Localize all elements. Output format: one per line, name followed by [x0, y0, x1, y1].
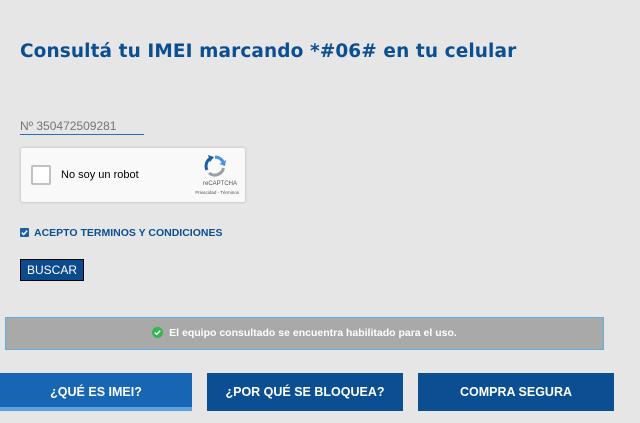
- check-icon: [21, 230, 28, 236]
- imei-input[interactable]: [20, 117, 144, 135]
- recaptcha-label: No soy un robot: [61, 169, 139, 181]
- check-circle-icon: [152, 327, 164, 338]
- recaptcha-links[interactable]: Privacidad - Términos: [161, 190, 239, 195]
- terms-checkbox[interactable]: [20, 228, 29, 237]
- status-banner: El equipo consultado se encuentra habili…: [5, 317, 604, 350]
- recaptcha-checkbox[interactable]: [31, 165, 51, 185]
- recaptcha-widget: No soy un robot reCAPTCHA Privacidad - T…: [20, 147, 246, 203]
- recaptcha-brand: reCAPTCHA: [202, 181, 237, 187]
- nav-por-que-se-bloquea-button[interactable]: ¿POR QUÉ SE BLOQUEA?: [207, 373, 403, 411]
- nav-compra-segura-button[interactable]: COMPRA SEGURA: [418, 373, 614, 411]
- page-title: Consultá tu IMEI marcando *#06# en tu ce…: [20, 41, 517, 62]
- status-message: El equipo consultado se encuentra habili…: [169, 327, 457, 339]
- search-button[interactable]: BUSCAR: [20, 259, 84, 281]
- recaptcha-logo-icon: [204, 155, 226, 177]
- terms-label: ACEPTO TERMINOS Y CONDICIONES: [34, 227, 223, 239]
- nav-que-es-imei-button[interactable]: ¿QUÉ ES IMEI?: [0, 373, 192, 411]
